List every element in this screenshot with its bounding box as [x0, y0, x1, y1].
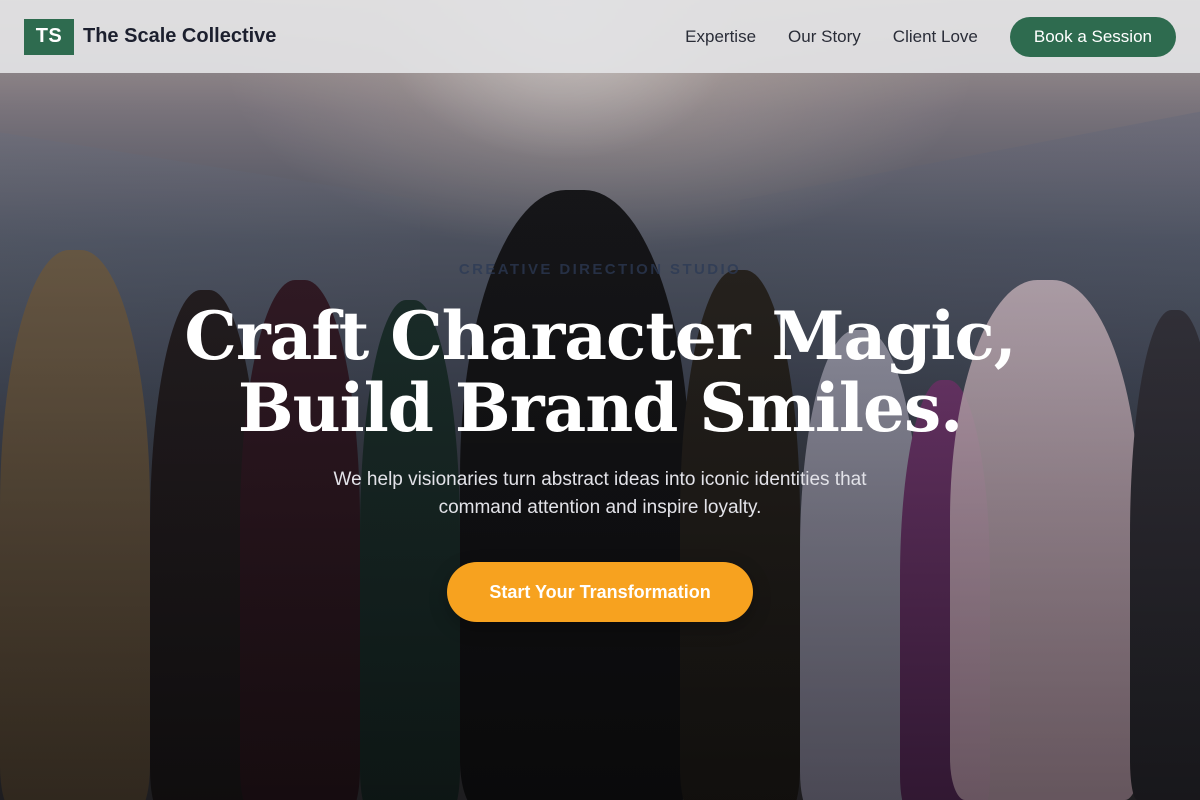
nav-links: Expertise Our Story Client Love Book a S…	[653, 16, 1176, 57]
brand-name: The Scale Collective	[83, 25, 277, 47]
hero-subtext: We help visionaries turn abstract ideas …	[333, 469, 867, 518]
book-session-button[interactable]: Book a Session	[1009, 16, 1176, 57]
nav-link-expertise[interactable]: Expertise	[685, 27, 756, 47]
brand-logo-mark: TS	[24, 18, 74, 55]
top-navbar: TS The Scale Collective Expertise Our St…	[0, 0, 1200, 73]
hero-headline: Craft Character Magic, Build Brand Smile…	[0, 300, 1200, 444]
hero-headline-line-1: Craft Character Magic,	[184, 297, 1016, 375]
nav-link-client-love[interactable]: Client Love	[893, 27, 978, 47]
hero-eyebrow: CREATIVE DIRECTION STUDIO	[458, 261, 742, 278]
hero-headline-line-2: Build Brand Smiles.	[237, 369, 963, 447]
nav-link-our-story[interactable]: Our Story	[788, 27, 861, 47]
start-transformation-button[interactable]: Start Your Transformation	[447, 562, 753, 622]
brand-logo-link[interactable]: TS The Scale Collective	[24, 18, 277, 55]
landing-page: TS The Scale Collective Expertise Our St…	[0, 0, 1200, 800]
